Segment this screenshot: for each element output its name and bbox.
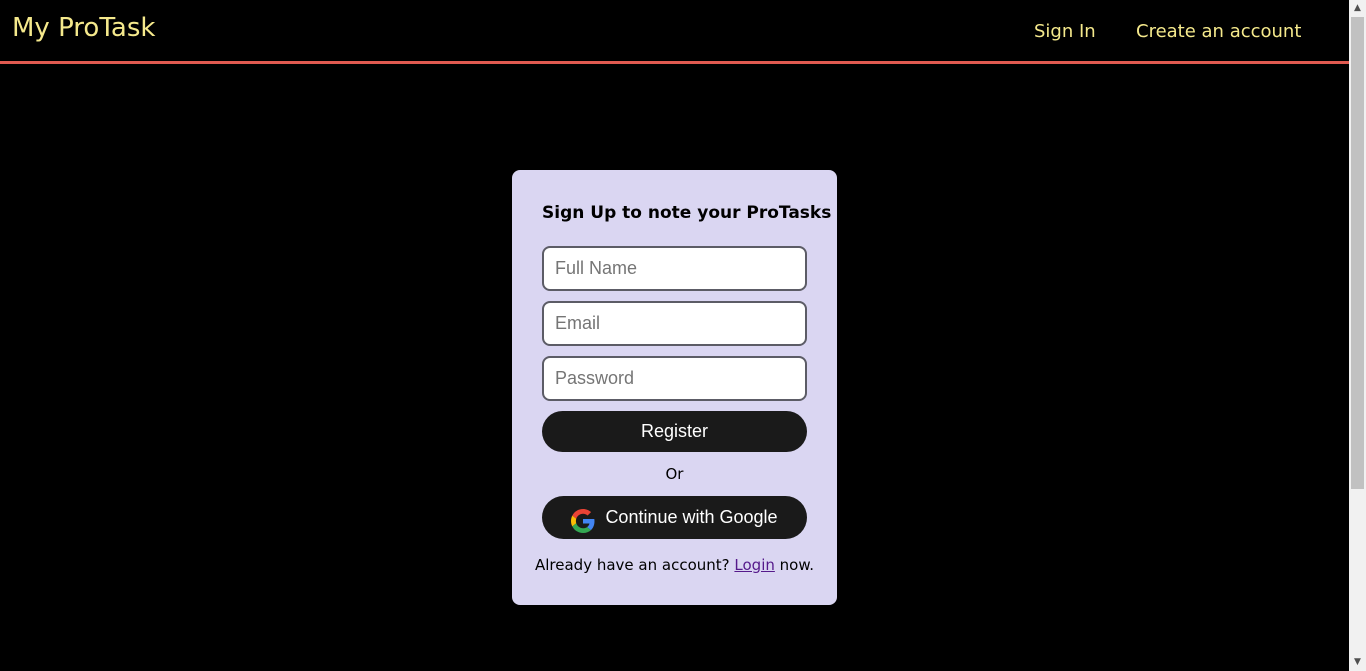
page: My ProTask Sign In Create an account Sig… bbox=[0, 0, 1366, 671]
google-signin-button[interactable]: Continue with Google bbox=[542, 496, 807, 539]
login-prompt: Already have an account? Login now. bbox=[512, 555, 837, 575]
full-name-input[interactable] bbox=[542, 246, 807, 291]
scrollbar-thumb[interactable] bbox=[1351, 17, 1364, 489]
login-prompt-prefix: Already have an account? bbox=[535, 556, 730, 574]
email-input[interactable] bbox=[542, 301, 807, 346]
password-input[interactable] bbox=[542, 356, 807, 401]
register-button[interactable]: Register bbox=[542, 411, 807, 452]
brand-logo-text[interactable]: My ProTask bbox=[12, 12, 155, 44]
google-button-label: Continue with Google bbox=[605, 507, 778, 527]
google-g-icon bbox=[571, 506, 595, 533]
nav-sign-in-link[interactable]: Sign In bbox=[1034, 20, 1096, 44]
signup-card: Sign Up to note your ProTasks Register O… bbox=[512, 170, 837, 605]
scroll-up-arrow-icon[interactable]: ▲ bbox=[1349, 0, 1366, 17]
signup-title: Sign Up to note your ProTasks bbox=[542, 203, 832, 223]
or-separator: Or bbox=[665, 465, 684, 483]
login-prompt-suffix: now. bbox=[779, 556, 814, 574]
scroll-down-arrow-icon[interactable]: ▼ bbox=[1349, 654, 1366, 671]
nav-create-account-link[interactable]: Create an account bbox=[1136, 20, 1301, 44]
login-link[interactable]: Login bbox=[734, 556, 774, 574]
top-navbar: My ProTask Sign In Create an account bbox=[0, 0, 1349, 64]
vertical-scrollbar[interactable]: ▲ ▼ bbox=[1349, 0, 1366, 671]
